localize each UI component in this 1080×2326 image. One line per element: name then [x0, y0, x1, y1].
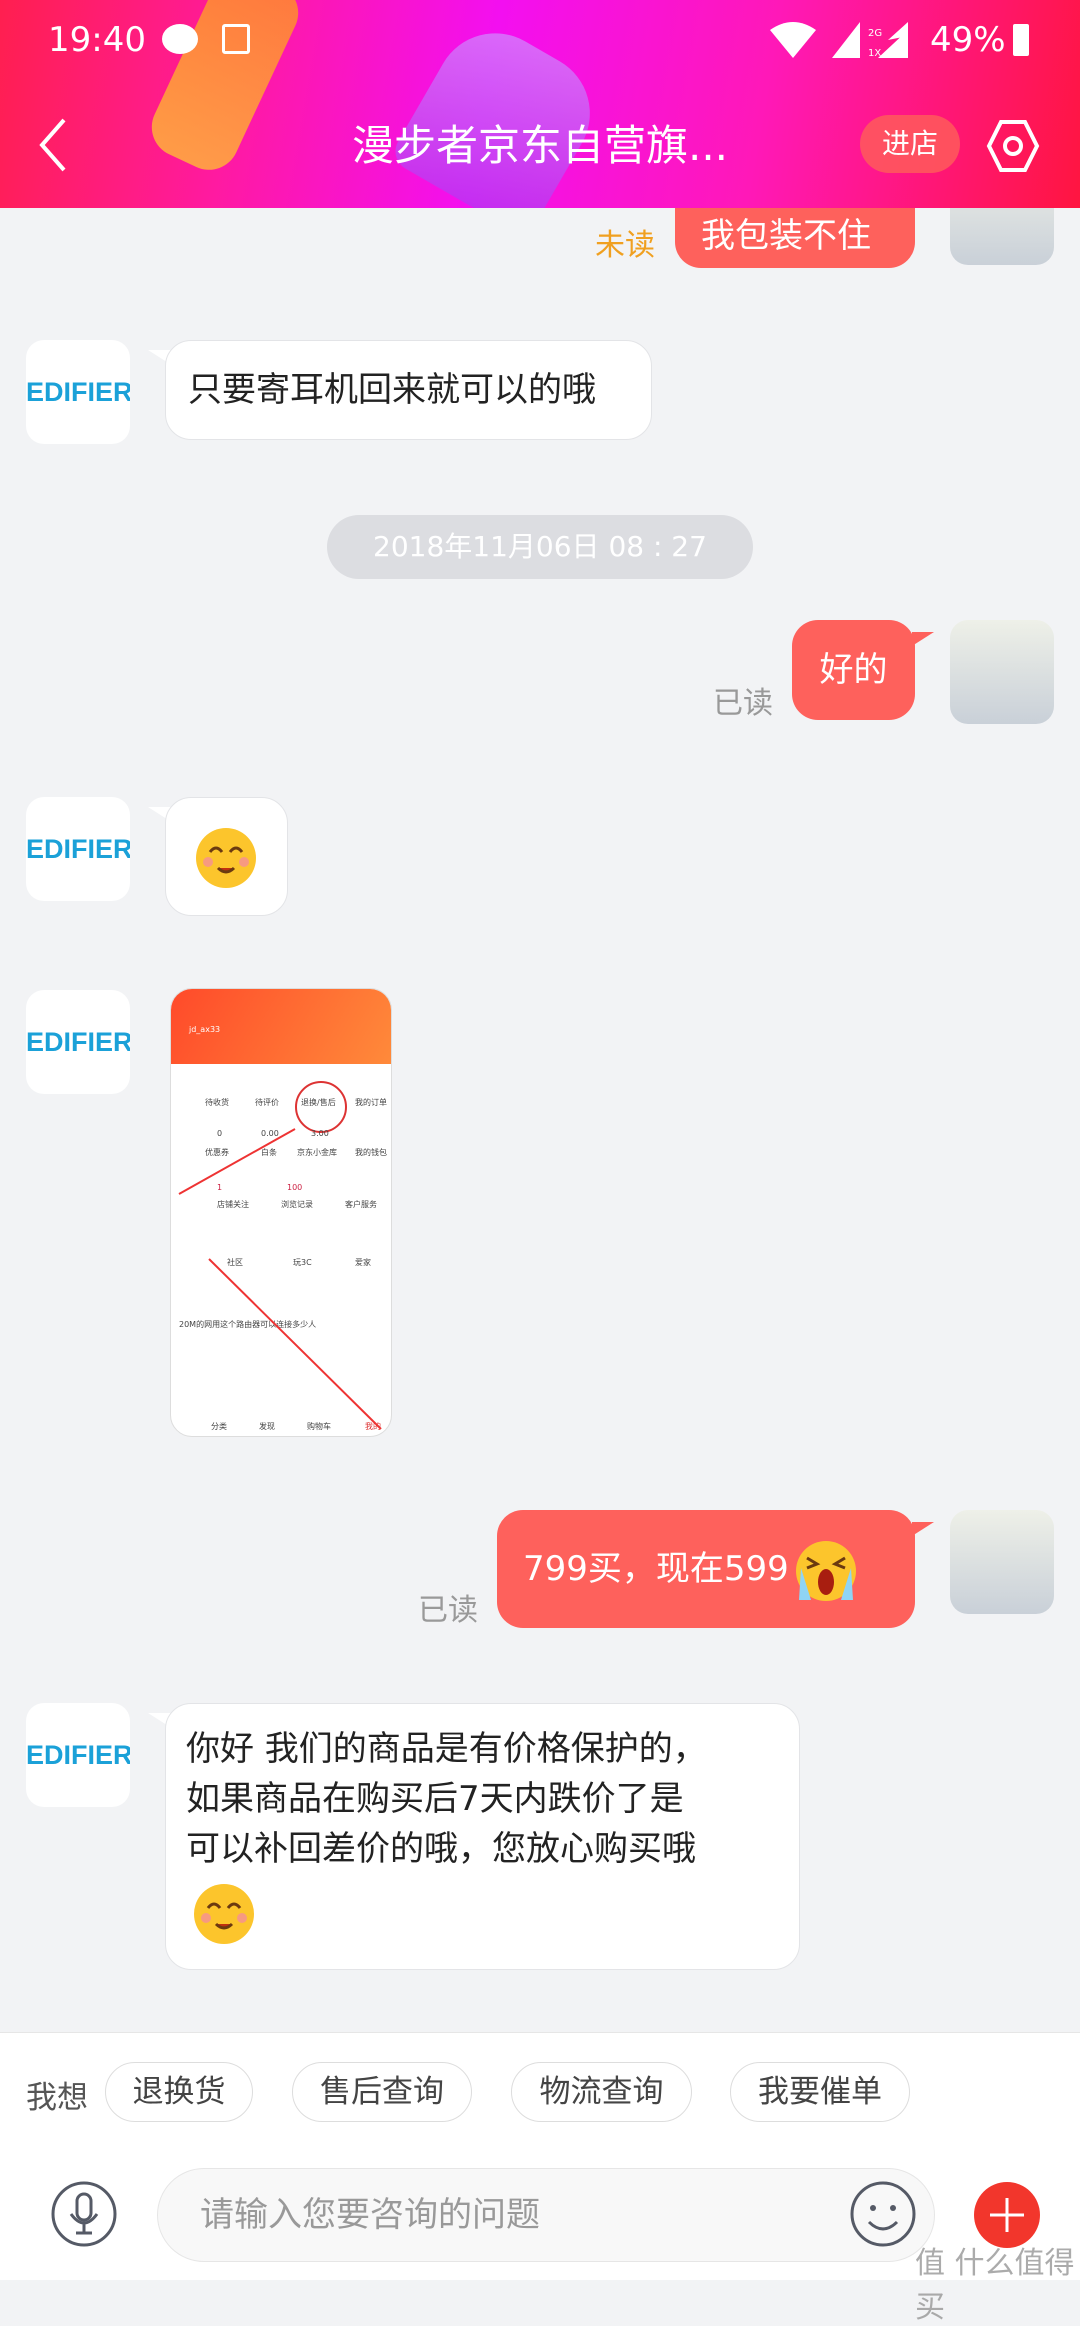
shop-avatar[interactable]: EDIFIER [26, 340, 130, 444]
battery-percent: 49% [930, 20, 1006, 60]
quick-reply-aftersale[interactable]: 售后查询 [292, 2062, 472, 2122]
svg-text:1X: 1X [868, 48, 881, 58]
signal-icon: 2G 1X [832, 22, 908, 58]
red-arrow-annotation [178, 1128, 382, 1430]
smiling-face-emoji-icon [196, 828, 256, 888]
quick-reply-label: 我想 [26, 2080, 88, 2116]
user-avatar[interactable] [950, 1510, 1054, 1614]
message-text: 只要寄耳机回来就可以的哦 [188, 370, 596, 410]
microphone-icon[interactable] [50, 2180, 118, 2248]
header-bar: 19:40 2G 1X 49% 漫步者京东自营旗... 进店 [0, 0, 1080, 208]
loudly-crying-emoji-icon [795, 1540, 856, 1601]
user-avatar[interactable] [950, 620, 1054, 724]
read-status: 已读 [418, 1593, 478, 1628]
battery-charging-icon [1013, 24, 1029, 56]
smiling-face-emoji-icon [194, 1884, 254, 1944]
unread-status: 未读 [595, 228, 655, 263]
gallery-icon [222, 24, 250, 54]
message-input[interactable]: 请输入您要咨询的问题 [157, 2168, 935, 2262]
message-text: 好的 [819, 650, 888, 690]
wechat-icon [162, 24, 198, 54]
message-text: 我包装不住 [701, 216, 871, 256]
timestamp-pill: 2018年11月06日 08 : 27 [327, 515, 753, 579]
message-text: 799买，现在599 [523, 1549, 789, 1589]
message-line: 你好 我们的商品是有价格保护的， [186, 1729, 707, 1769]
bubble-tail [912, 632, 934, 646]
shop-avatar[interactable]: EDIFIER [26, 797, 130, 901]
message-line: 如果商品在购买后7天内跌价了是 [186, 1779, 684, 1819]
message-bubble-outgoing: 我包装不住 [675, 208, 915, 268]
shop-avatar[interactable]: EDIFIER [26, 990, 130, 1094]
header-decoration [388, 11, 612, 208]
enter-store-button[interactable]: 进店 [860, 115, 960, 173]
message-bubble-incoming: 只要寄耳机回来就可以的哦 [165, 340, 652, 440]
quick-reply-return[interactable]: 退换货 [105, 2062, 253, 2122]
emoji-smiley-icon[interactable] [849, 2180, 917, 2248]
hexagon-settings-icon[interactable] [985, 118, 1041, 174]
wifi-icon [770, 22, 816, 58]
bubble-tail [912, 1522, 934, 1536]
quick-reply-urge[interactable]: 我要催单 [730, 2062, 910, 2122]
message-line: 可以补回差价的哦，您放心购买哦 [186, 1829, 696, 1869]
shop-avatar[interactable]: EDIFIER [26, 1703, 130, 1807]
svg-text:2G: 2G [868, 28, 882, 39]
message-bubble-incoming: 你好 我们的商品是有价格保护的， 如果商品在购买后7天内跌价了是 可以补回差价的… [165, 1703, 800, 1970]
image-message[interactable]: jd_ax33 退换/售后 待收货 待评价 我的订单 优惠券 白条 京东小金库 … [170, 988, 392, 1437]
message-bubble-incoming [165, 797, 288, 916]
status-time: 19:40 [48, 20, 146, 60]
message-bubble-outgoing: 好的 [792, 620, 915, 720]
message-bubble-outgoing: 799买，现在599 [497, 1510, 915, 1628]
watermark: 值 什么值得买 [915, 2246, 1075, 2325]
read-status: 已读 [713, 686, 773, 721]
quick-reply-logistics[interactable]: 物流查询 [511, 2062, 692, 2122]
